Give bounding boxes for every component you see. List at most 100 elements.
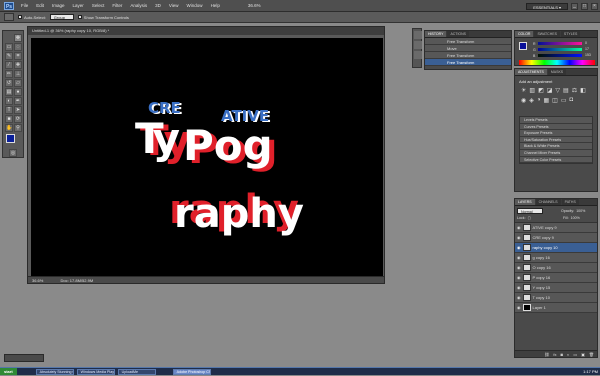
zoom-dropdown[interactable]: 36.6% — [244, 0, 265, 12]
visibility-eye-icon[interactable]: ◉ — [517, 253, 521, 262]
dock-layers-icon[interactable] — [414, 51, 422, 59]
black-white-icon[interactable]: ◧ — [580, 87, 586, 94]
status-doc-info[interactable]: Doc: 17.8M/52.9M — [60, 278, 93, 283]
stamp-tool-icon[interactable]: ⊥ — [14, 70, 22, 78]
channel-b-value[interactable]: 153 — [585, 53, 591, 57]
menu-analysis[interactable]: Analysis — [126, 0, 151, 12]
layer-row[interactable]: ◉ g copy 16 — [515, 253, 597, 263]
new-group-icon[interactable]: ▭ — [573, 351, 577, 357]
taskbar-item[interactable]: Windows Media Player — [76, 368, 115, 375]
tab-layers[interactable]: LAYERS — [515, 199, 535, 205]
history-brush-tool-icon[interactable]: ↺ — [5, 79, 13, 87]
visibility-eye-icon[interactable]: ◉ — [517, 243, 521, 252]
menu-image[interactable]: Image — [48, 0, 69, 12]
preset-levels[interactable]: Levels Presets — [520, 117, 592, 124]
menu-layer[interactable]: Layer — [69, 0, 88, 12]
quick-mask-icon[interactable]: ◎ — [9, 149, 17, 157]
layer-style-icon[interactable]: fx — [553, 351, 556, 357]
dock-actions-icon[interactable] — [414, 41, 422, 49]
visibility-eye-icon[interactable]: ◉ — [517, 263, 521, 272]
crop-tool-icon[interactable]: ⌗ — [14, 52, 22, 60]
color-spectrum-ramp[interactable] — [519, 60, 595, 65]
levels-icon[interactable]: ▥ — [529, 87, 535, 94]
visibility-eye-icon[interactable]: ◉ — [517, 223, 521, 232]
blur-tool-icon[interactable]: ● — [14, 88, 22, 96]
channel-g-value[interactable]: 17 — [585, 47, 589, 51]
preset-hue-saturation[interactable]: Hue/Saturation Presets — [520, 136, 592, 144]
color-balance-icon[interactable]: ⚖ — [572, 87, 577, 94]
tab-masks[interactable]: MASKS — [547, 69, 567, 75]
3d-rotate-tool-icon[interactable]: ⟳ — [14, 115, 22, 123]
exposure-icon[interactable]: ◪ — [547, 87, 553, 94]
maximize-button[interactable]: □ — [581, 2, 588, 10]
minimize-button[interactable]: _ — [571, 2, 578, 10]
menu-window[interactable]: Window — [183, 0, 207, 12]
path-select-tool-icon[interactable]: ➤ — [14, 106, 22, 114]
layer-row[interactable]: ◉ P copy 16 — [515, 273, 597, 283]
layer-row[interactable]: ◉ ATIVE copy 9 — [515, 223, 597, 233]
start-button[interactable]: start — [0, 368, 17, 375]
hue-saturation-icon[interactable]: ▤ — [563, 87, 569, 94]
visibility-eye-icon[interactable]: ◉ — [517, 283, 521, 292]
type-tool-icon[interactable]: T — [5, 106, 13, 114]
layer-row[interactable]: ◉ CRE copy 9 — [515, 233, 597, 243]
tab-channels[interactable]: CHANNELS — [535, 199, 561, 205]
blend-mode-dropdown[interactable]: Normal — [517, 208, 543, 214]
preset-exposure[interactable]: Exposure Presets — [520, 130, 592, 137]
layer-row[interactable]: ◉ O copy 16 — [515, 263, 597, 273]
lasso-tool-icon[interactable]: ◌ — [14, 43, 22, 51]
preset-selective-color[interactable]: Selective Color Presets — [520, 156, 592, 164]
curves-icon[interactable]: ◩ — [538, 87, 544, 94]
transform-checkbox[interactable] — [77, 15, 82, 20]
channel-g-slider[interactable] — [538, 48, 582, 51]
layer-row[interactable]: ◉ Layer 1 — [515, 303, 597, 313]
workspace-switcher[interactable]: ESSENTIALS ▾ — [526, 2, 568, 10]
new-adjustment-icon[interactable]: ◐ — [567, 351, 569, 357]
marquee-tool-icon[interactable]: ▭ — [5, 43, 13, 51]
photo-filter-icon[interactable]: ◉ — [521, 97, 526, 104]
channel-g[interactable]: G 17 — [533, 47, 595, 52]
menu-select[interactable]: Select — [88, 0, 109, 12]
menu-view[interactable]: View — [165, 0, 183, 12]
tab-swatches[interactable]: SWATCHES — [534, 31, 560, 37]
visibility-eye-icon[interactable]: ◉ — [517, 233, 521, 242]
color-fg-swatch[interactable] — [519, 42, 527, 50]
tab-paths[interactable]: PATHS — [561, 199, 579, 205]
menu-filter[interactable]: Filter — [108, 0, 126, 12]
dodge-tool-icon[interactable]: ◐ — [5, 97, 13, 105]
selective-color-icon[interactable]: ◘ — [570, 97, 574, 104]
menu-file[interactable]: File — [17, 0, 32, 12]
invert-icon[interactable]: ◑ — [537, 97, 541, 104]
autoselect-option[interactable]: Auto-Select: — [18, 15, 46, 20]
dock-history-icon[interactable] — [414, 31, 422, 39]
lock-icon[interactable]: ▢ — [528, 216, 531, 220]
channel-r-slider[interactable] — [538, 42, 582, 45]
history-row-active[interactable]: Free Transform — [425, 59, 511, 66]
opacity-value[interactable]: 100% — [576, 209, 585, 213]
channel-b-slider[interactable] — [538, 54, 582, 57]
canvas[interactable]: CRE ATIVE Ty Ty Pog Pog raphy raphy — [31, 38, 383, 277]
add-mask-icon[interactable]: ◙ — [561, 351, 563, 357]
tab-adjustments[interactable]: ADJUSTMENTS — [515, 69, 547, 75]
eyedropper-tool-icon[interactable]: ⁄ — [5, 61, 13, 69]
zoom-tool-icon[interactable]: ⚲ — [14, 124, 22, 132]
channel-mixer-icon[interactable]: ◈ — [529, 97, 534, 104]
taskbar-item-active[interactable]: Adobe Photoshop CS4... — [172, 368, 211, 375]
shape-tool-icon[interactable]: ■ — [5, 115, 13, 123]
menu-help[interactable]: Help — [207, 0, 224, 12]
threshold-icon[interactable]: ◫ — [552, 97, 558, 104]
layer-row[interactable]: ◉ T copy 10 — [515, 293, 597, 303]
new-layer-icon[interactable]: ▣ — [581, 351, 585, 357]
transform-option[interactable]: Show Transform Controls — [77, 15, 129, 20]
tab-styles[interactable]: STYLES — [560, 31, 581, 37]
autoselect-checkbox[interactable] — [18, 15, 22, 20]
layer-row-active[interactable]: ◉ raphy copy 10 — [515, 243, 597, 253]
tab-history[interactable]: HISTORY — [425, 31, 447, 37]
vibrance-icon[interactable]: ▽ — [555, 87, 560, 94]
preset-channel-mixer[interactable]: Channel Mixer Presets — [520, 149, 592, 157]
link-layers-icon[interactable]: ⛓ — [544, 351, 549, 357]
fill-value[interactable]: 100% — [571, 216, 580, 220]
taskbar-item[interactable]: Absolutely Stunning G... — [35, 368, 74, 375]
pen-tool-icon[interactable]: ✒ — [14, 97, 22, 105]
move-tool-icon[interactable]: ✥ — [14, 34, 22, 42]
